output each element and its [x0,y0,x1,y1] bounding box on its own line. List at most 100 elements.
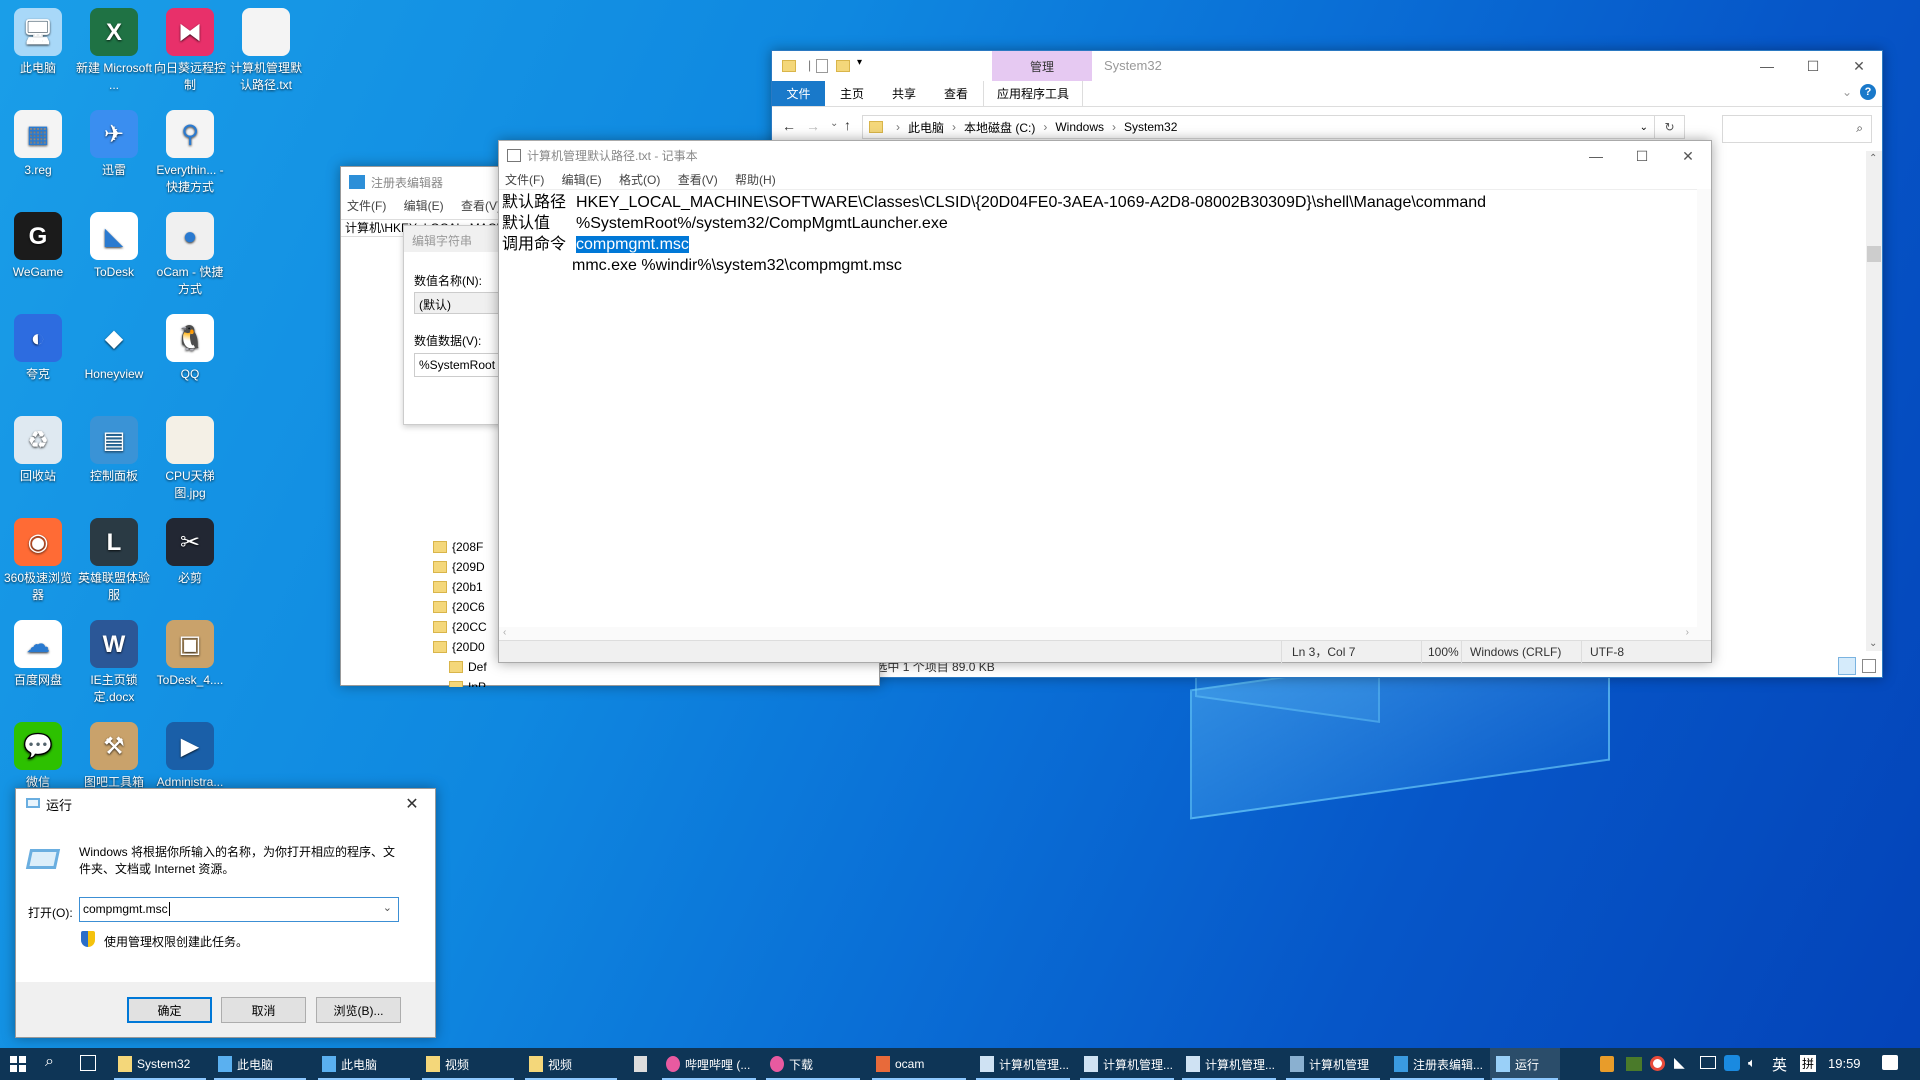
open-input[interactable]: compmgmt.msc ⌄ [79,897,399,922]
breadcrumb-item[interactable]: 本地磁盘 (C:) [964,119,1035,136]
desktop-icon[interactable]: ▣ ToDesk_4.... [152,620,228,689]
maximize-button[interactable]: ☐ [1790,51,1836,81]
clock[interactable]: 19:59 [1828,1056,1861,1071]
tree-node[interactable]: {209D [433,557,485,577]
desktop-icon[interactable]: ☁ 百度网盘 [0,620,76,689]
desktop-icon[interactable]: G WeGame [0,212,76,281]
close-button[interactable]: ✕ [389,789,435,819]
qat-dropdown-icon[interactable]: ▾ [857,57,862,68]
desktop-icon[interactable]: W IE主页锁定.docx [76,620,152,706]
new-folder-icon[interactable] [836,60,850,72]
taskbar-button[interactable]: 视频 [420,1048,516,1080]
menu-format[interactable]: 格式(O) [619,173,660,187]
notepad-text-area[interactable]: 默认路径 HKEY_LOCAL_MACHINE\SOFTWARE\Classes\… [499,189,1697,627]
tree-node[interactable]: {20b1 [433,577,483,597]
ime-language[interactable]: 英 [1772,1054,1787,1075]
refresh-icon[interactable]: ↻ [1654,116,1684,138]
back-icon[interactable]: ← [782,118,796,134]
minimize-button[interactable]: — [1573,141,1619,171]
ime-mode[interactable]: 拼 [1800,1055,1817,1072]
desktop-icon[interactable]: 💬 微信 [0,722,76,791]
nvidia-tray-icon[interactable] [1626,1057,1642,1071]
volume-icon[interactable]: 🔈︎ [1748,1055,1756,1071]
tree-node[interactable]: {20C6 [433,597,485,617]
minimize-button[interactable]: — [1744,51,1790,81]
address-dropdown-icon[interactable]: ⌄ [1640,122,1648,133]
dropdown-icon[interactable]: ⌄ [383,901,392,914]
taskbar-button[interactable] [628,1048,652,1080]
cancel-button[interactable]: 取消 [221,997,306,1023]
desktop-icon[interactable]: ◆ Honeyview [76,314,152,383]
menu-edit[interactable]: 编辑(E) [562,173,602,187]
tree-node[interactable]: InP [449,677,486,687]
menu-file[interactable]: 文件(F) [505,173,544,187]
desktop-icon[interactable]: ◉ 360极速浏览器 [0,518,76,604]
large-icons-view-icon[interactable] [1862,659,1876,673]
breadcrumb-item[interactable]: Windows [1055,120,1104,134]
tab-view[interactable]: 查看 [929,81,983,106]
horizontal-scrollbar[interactable]: ‹ › [499,627,1711,641]
taskbar-button[interactable]: 计算机管理... [1180,1048,1278,1080]
desktop-icon[interactable]: 计算机管理默认路径.txt [228,8,304,94]
tree-node[interactable]: {20D0 [433,637,485,657]
browse-button[interactable]: 浏览(B)... [316,997,401,1023]
desktop-icon[interactable]: ✈ 迅雷 [76,110,152,179]
taskbar-button[interactable]: 计算机管理 [1284,1048,1382,1080]
maximize-button[interactable]: ☐ [1619,141,1665,171]
vertical-scrollbar[interactable]: ⌃ ⌄ [1866,151,1882,651]
close-button[interactable]: ✕ [1836,51,1882,81]
notification-center-icon[interactable] [1882,1055,1898,1070]
desktop-icon[interactable]: ▶ Administra... [152,722,228,791]
help-icon[interactable]: ? [1860,84,1876,100]
desktop-icon[interactable]: ⚒ 图吧工具箱 [76,722,152,791]
desktop-icon[interactable]: ⚲ Everythin... - 快捷方式 [152,110,228,196]
taskbar-button[interactable]: 此电脑 [212,1048,308,1080]
breadcrumb-item[interactable]: System32 [1124,120,1177,134]
tab-application-tools[interactable]: 应用程序工具 [983,81,1083,106]
taskbar-button[interactable]: 计算机管理... [1078,1048,1176,1080]
details-view-icon[interactable] [1838,657,1856,675]
tab-share[interactable]: 共享 [879,81,929,106]
todesk-tray-icon[interactable] [1724,1055,1740,1071]
taskbar-button[interactable]: 计算机管理... [974,1048,1072,1080]
menu-file[interactable]: 文件(F) [347,199,386,213]
search-input[interactable]: ⌕ [1722,115,1872,143]
scrollbar-thumb[interactable] [1867,246,1881,262]
desktop-icon[interactable]: ▦ 3.reg [0,110,76,179]
vertical-scrollbar[interactable] [1697,189,1711,627]
everything-tray-icon[interactable] [1600,1056,1614,1072]
address-bar[interactable]: › 此电脑 › 本地磁盘 (C:) › Windows › System32 ⌄ ↻ [862,115,1685,139]
search-icon[interactable]: ⌕ [45,1053,54,1071]
menu-edit[interactable]: 编辑(E) [404,199,444,213]
properties-icon[interactable] [816,59,828,73]
taskbar-button[interactable]: ocam [870,1048,968,1080]
desktop-icon[interactable]: ▤ 控制面板 [76,416,152,485]
speaker-device-icon[interactable]: ◣ [1674,1054,1685,1071]
desktop-icon[interactable]: CPU天梯图.jpg [152,416,228,502]
tree-node[interactable]: Def [449,657,487,677]
taskbar-button[interactable]: 注册表编辑... [1388,1048,1486,1080]
ocam-tray-icon[interactable] [1650,1056,1665,1071]
ribbon-expand-icon[interactable]: ⌄ [1842,85,1852,99]
desktop-icon[interactable]: L 英雄联盟体验服 [76,518,152,604]
tab-home[interactable]: 主页 [825,81,879,106]
tree-node[interactable]: {20CC [433,617,487,637]
taskbar-button[interactable]: System32 [112,1048,208,1080]
desktop-icon[interactable]: 🐧 QQ [152,314,228,383]
ok-button[interactable]: 确定 [127,997,212,1023]
desktop-icon[interactable]: ♻ 回收站 [0,416,76,485]
desktop-icon[interactable]: 🖥 此电脑 [0,8,76,77]
desktop-icon[interactable]: ◐ 夸克 [0,314,76,383]
forward-icon[interactable]: → [806,118,820,134]
recent-locations-icon[interactable]: ⌄ [830,118,838,129]
taskbar-button[interactable]: 运行 [1490,1048,1560,1080]
tab-file[interactable]: 文件 [772,81,825,106]
desktop-icon[interactable]: ● oCam - 快捷方式 [152,212,228,298]
taskbar-button[interactable]: 下载 [764,1048,862,1080]
taskbar-button[interactable]: 视频 [523,1048,619,1080]
desktop-icon[interactable]: ✂ 必剪 [152,518,228,587]
close-button[interactable]: ✕ [1665,141,1711,171]
breadcrumb-item[interactable]: 此电脑 [908,119,944,136]
menu-view[interactable]: 查看(V) [461,199,501,213]
tree-node[interactable]: {208F [433,537,483,557]
